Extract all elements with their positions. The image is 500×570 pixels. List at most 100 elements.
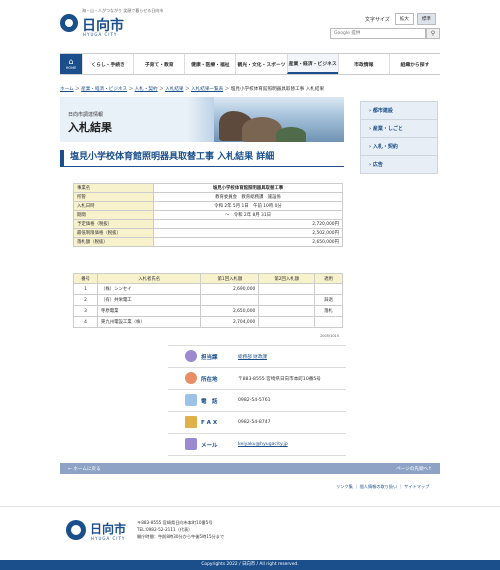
side-item-urban[interactable]: 都市建設 <box>360 101 438 119</box>
cell-note: 辞退 <box>314 294 343 306</box>
phone-icon <box>185 394 197 406</box>
breadcrumb-current: 塩見小学校体育館照明器具取替工事 入札結果 <box>230 87 325 92</box>
search-button[interactable]: ⚲ <box>426 28 440 39</box>
breadcrumb-results[interactable]: 入札結果 <box>165 87 183 92</box>
contact-row-dept: 担当課 総務部 財政課 <box>168 346 346 368</box>
contact-row-address: 所在地 〒883-8555 宮崎県日向市本町10番5号 <box>168 368 346 390</box>
footer-address: 〒883-8555 宮崎県日向市本町10番5号 <box>137 520 213 525</box>
contact-dept-link[interactable]: 総務部 財政課 <box>238 354 267 360</box>
font-size-label: 文字サイズ <box>365 16 390 23</box>
banner-photo <box>214 97 344 142</box>
cell-bidder: （株）シンセイ <box>96 283 202 295</box>
banner-title: 入札結果 <box>68 121 112 134</box>
cell-round2 <box>258 283 316 295</box>
gnav-item-industry[interactable]: 産業・経済・ビジネス <box>286 54 338 74</box>
city-logo-icon[interactable] <box>60 14 78 32</box>
cell-round2 <box>258 305 316 317</box>
table-row: 入札日時 令和 2年 5月 1日 午前 10時 0分 <box>73 201 343 211</box>
contact-tel-value: 0982-54-5761 <box>238 398 271 403</box>
back-to-top-link[interactable]: ページの先頭へ↑ <box>396 466 432 472</box>
col-header-round1: 第1回入札額 <box>200 273 260 284</box>
contact-address-value: 〒883-8555 宮崎県日向市本町10番5号 <box>238 376 321 382</box>
info-label: 事業名 <box>73 183 154 193</box>
info-value: 2,720,000円 <box>153 219 343 229</box>
footer-links[interactable]: リンク集 ｜ 個人情報の取り扱い ｜ サイトマップ <box>336 484 429 490</box>
info-label: 最低制限価格（税抜） <box>73 228 154 238</box>
cell-note <box>314 283 343 295</box>
contact-box: 担当課 総務部 財政課 所在地 〒883-8555 宮崎県日向市本町10番5号 … <box>168 345 346 456</box>
table-date-note: 2005/1015 <box>320 334 339 338</box>
info-value: 令和 2年 5月 1日 午前 10時 0分 <box>153 201 343 211</box>
cell-round2 <box>258 294 316 306</box>
side-item-bid[interactable]: 入札・契約 <box>360 137 438 155</box>
gnav-home[interactable]: ⌂ HOME <box>60 54 82 74</box>
breadcrumb-results-list[interactable]: 入札結果一覧表 <box>191 87 223 92</box>
person-icon <box>185 350 197 362</box>
contact-row-fax: F A X 0982-54-8747 <box>168 412 346 434</box>
site-search: ⚲ <box>330 28 440 39</box>
global-nav: ⌂ HOME くらし・手続き 子育て・教育 健康・医療・福祉 観光・文化・スポー… <box>60 53 440 75</box>
table-row: 所管 教育委員会 教育総務課 施設係 <box>73 192 343 202</box>
col-header-bidder: 入札者氏名 <box>96 273 202 284</box>
info-value: 2,650,000円 <box>153 237 343 247</box>
table-row: 期間〜 令和 2年 8月 31日 <box>73 210 343 220</box>
contact-tel-label: 電 話 <box>201 398 218 405</box>
contact-address-label: 所在地 <box>201 376 218 383</box>
side-item-ads[interactable]: 広告 <box>360 155 438 174</box>
contact-mail-label: メール <box>201 442 218 449</box>
cell-bidder: （有）共栄電工 <box>96 294 202 306</box>
table-row: 落札額（税抜） 2,650,000円 <box>73 237 343 247</box>
table-row: 最低制限価格（税抜） 2,502,000円 <box>73 228 343 238</box>
info-label: 入札日時 <box>73 201 154 211</box>
contact-fax-value: 0982-54-8747 <box>238 420 271 425</box>
gnav-item-health[interactable]: 健康・医療・福祉 <box>184 54 236 74</box>
breadcrumb-home[interactable]: ホーム <box>60 87 74 92</box>
page-banner: 日向市調達情報 入札結果 <box>60 97 344 142</box>
back-to-home-link[interactable]: ← ホームに戻る <box>68 466 101 472</box>
info-label: 落札額（税抜） <box>73 237 154 247</box>
cell-note: 落札 <box>314 305 343 317</box>
footer-logo-sub: HYUGA CITY <box>91 536 126 541</box>
gnav-item-tourism[interactable]: 観光・文化・スポーツ <box>235 54 287 74</box>
cell-bidder: 東九州電設工業（株） <box>96 316 202 328</box>
fax-icon <box>185 416 197 428</box>
info-label: 予定価格（税抜） <box>73 219 154 229</box>
contact-mail-link[interactable]: keiyaku@hyugacity.jp <box>238 442 288 447</box>
breadcrumb-industry[interactable]: 産業・経済・ビジネス <box>81 87 127 92</box>
cell-number: 1 <box>73 283 98 295</box>
site-logo-sub: HYUGA CITY <box>83 32 118 37</box>
font-size-large-button[interactable]: 拡大 <box>394 13 414 25</box>
footer-tel: TEL:0982-52-2111（代表） <box>137 527 193 532</box>
page-title: 塩見小学校体育館照明器具取替工事 入札結果 詳細 <box>60 150 344 167</box>
cell-round1 <box>200 294 260 306</box>
site-header: 海・山・人がつながり 笑顔で暮らせる日向市 日向市 HYUGA CITY 文字サ… <box>60 8 440 48</box>
col-header-number: 番号 <box>73 273 98 284</box>
bid-info-table: 事業名 塩見小学校体育館照明器具取替工事 所管 教育委員会 教育総務課 施設係 入札… <box>73 183 343 247</box>
contact-dept-label: 担当課 <box>201 354 218 361</box>
cell-round2 <box>258 316 316 328</box>
site-tagline: 海・山・人がつながり 笑顔で暮らせる日向市 <box>82 8 164 13</box>
font-size-normal-button[interactable]: 標準 <box>416 13 436 25</box>
breadcrumb: ホーム ＞ 産業・経済・ビジネス ＞ 入札・契約 ＞ 入札結果 ＞ 入札結果一覧… <box>60 87 325 92</box>
info-label: 期間 <box>73 210 154 220</box>
search-icon: ⚲ <box>430 30 436 37</box>
contact-row-mail: メール keiyaku@hyugacity.jp <box>168 434 346 456</box>
gnav-item-childcare[interactable]: 子育て・教育 <box>133 54 185 74</box>
gnav-item-living[interactable]: くらし・手続き <box>82 54 134 74</box>
table-row: 4 東九州電設工業（株） 2,704,000 <box>73 316 343 328</box>
info-label: 所管 <box>73 192 154 202</box>
side-item-industry[interactable]: 産業・しごと <box>360 119 438 137</box>
breadcrumb-bid[interactable]: 入札・契約 <box>135 87 158 92</box>
info-value: 〜 令和 2年 8月 31日 <box>153 210 343 220</box>
cell-bidder: 寺原電業 <box>96 305 202 317</box>
footer-hours: 開庁時間：午前8時30分から午後5時15分まで <box>137 534 225 539</box>
banner-subtitle: 日向市調達情報 <box>68 112 104 118</box>
gnav-item-citygov[interactable]: 市政情報 <box>337 54 389 74</box>
footer-logo-name: 日向市 <box>90 522 127 536</box>
gnav-item-org[interactable]: 組織から探す <box>388 54 440 74</box>
footer-logo-icon <box>66 520 86 540</box>
search-input[interactable] <box>330 28 426 39</box>
home-icon: ⌂ <box>68 57 74 66</box>
cell-round1: 2,650,000 <box>200 305 260 317</box>
copyright: Copyrights 2022 / 日向市 / All right reserv… <box>0 560 500 570</box>
